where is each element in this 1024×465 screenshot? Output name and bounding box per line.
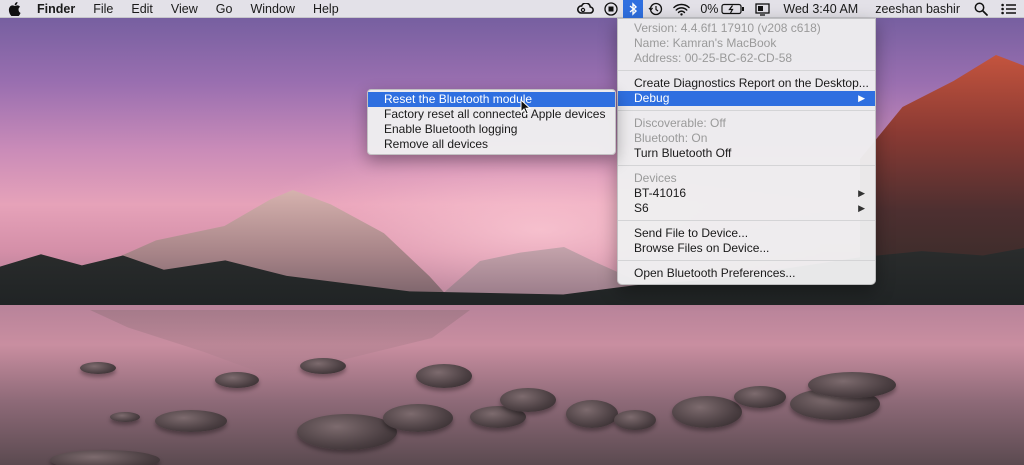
create-diagnostics-report-item[interactable]: Create Diagnostics Report on the Desktop… [618, 76, 875, 91]
enable-bluetooth-logging-item[interactable]: Enable Bluetooth logging [368, 122, 615, 137]
send-file-to-device-item[interactable]: Send File to Device... [618, 226, 875, 241]
menu-separator [618, 165, 875, 166]
menu-window[interactable]: Window [241, 0, 303, 18]
discoverable-status: Discoverable: Off [634, 116, 726, 130]
rock [808, 372, 896, 398]
menu-separator [618, 220, 875, 221]
rock [215, 372, 259, 388]
rock [110, 412, 140, 422]
turn-bluetooth-off-item[interactable]: Turn Bluetooth Off [618, 146, 875, 161]
bluetooth-address: Address: 00-25-BC-62-CD-58 [634, 51, 793, 65]
rock [300, 358, 346, 374]
rock [416, 364, 472, 388]
menu-bar-left: Finder File Edit View Go Window Help [0, 0, 348, 18]
browse-files-on-device-item[interactable]: Browse Files on Device... [618, 241, 875, 256]
menu-separator [618, 70, 875, 71]
rock [566, 400, 618, 428]
rock [500, 388, 556, 412]
menu-go[interactable]: Go [207, 0, 242, 18]
clock[interactable]: Wed 3:40 AM [775, 0, 866, 18]
record-stop-icon[interactable] [599, 0, 623, 18]
creative-cloud-icon[interactable] [571, 0, 599, 18]
device-label: S6 [634, 201, 649, 215]
rock [614, 410, 656, 430]
user-name[interactable]: zeeshan bashir [866, 0, 969, 18]
menu-bar: Finder File Edit View Go Window Help 0% [0, 0, 1024, 18]
apple-logo-icon[interactable] [0, 0, 28, 18]
spotlight-search-icon[interactable] [969, 0, 993, 18]
device-label: BT-41016 [634, 186, 687, 200]
battery-status[interactable]: 0% [695, 0, 750, 18]
factory-reset-apple-devices-item[interactable]: Factory reset all connected Apple device… [368, 107, 615, 122]
debug-label: Debug [634, 91, 670, 105]
menu-separator [618, 110, 875, 111]
display-mirroring-icon[interactable] [750, 0, 775, 18]
rock [80, 362, 116, 374]
menu-bar-status: 0% Wed 3:40 AM zeeshan bashir [571, 0, 1024, 18]
rock [672, 396, 742, 428]
remove-all-devices-item[interactable]: Remove all devices [368, 137, 615, 152]
rock [734, 386, 786, 408]
open-bluetooth-preferences-item[interactable]: Open Bluetooth Preferences... [618, 266, 875, 281]
menu-file[interactable]: File [84, 0, 122, 18]
bluetooth-state: Bluetooth: On [634, 131, 708, 145]
debug-menu-item[interactable]: Debug ▶ [618, 91, 875, 106]
reset-bluetooth-module-item[interactable]: Reset the Bluetooth module [368, 92, 615, 107]
debug-submenu: Reset the Bluetooth module Factory reset… [367, 89, 616, 155]
battery-percent: 0% [700, 2, 719, 16]
menu-separator [618, 260, 875, 261]
bluetooth-version: Version: 4.4.6f1 17910 (v208 c618) [634, 21, 821, 35]
device-item-s6[interactable]: S6 ▶ [618, 201, 875, 216]
device-item-bt-41016[interactable]: BT-41016 ▶ [618, 186, 875, 201]
rock [50, 450, 160, 465]
menu-view[interactable]: View [162, 0, 207, 18]
battery-charging-icon [721, 3, 745, 15]
submenu-arrow-icon: ▶ [858, 93, 865, 103]
menu-help[interactable]: Help [304, 0, 348, 18]
bluetooth-device-name: Name: Kamran's MacBook [634, 36, 777, 50]
mouse-pointer-icon [520, 98, 532, 115]
submenu-arrow-icon: ▶ [858, 188, 865, 198]
bluetooth-menu: Version: 4.4.6f1 17910 (v208 c618) Name:… [617, 18, 876, 285]
rock [155, 410, 227, 432]
submenu-arrow-icon: ▶ [858, 203, 865, 213]
rock [383, 404, 453, 432]
bluetooth-icon[interactable] [623, 0, 644, 18]
wifi-icon[interactable] [668, 0, 695, 18]
devices-header: Devices [634, 171, 677, 185]
notification-center-icon[interactable] [993, 0, 1024, 18]
menu-finder[interactable]: Finder [28, 0, 84, 18]
menu-edit[interactable]: Edit [122, 0, 162, 18]
time-machine-icon[interactable] [643, 0, 668, 18]
rock [297, 414, 397, 450]
